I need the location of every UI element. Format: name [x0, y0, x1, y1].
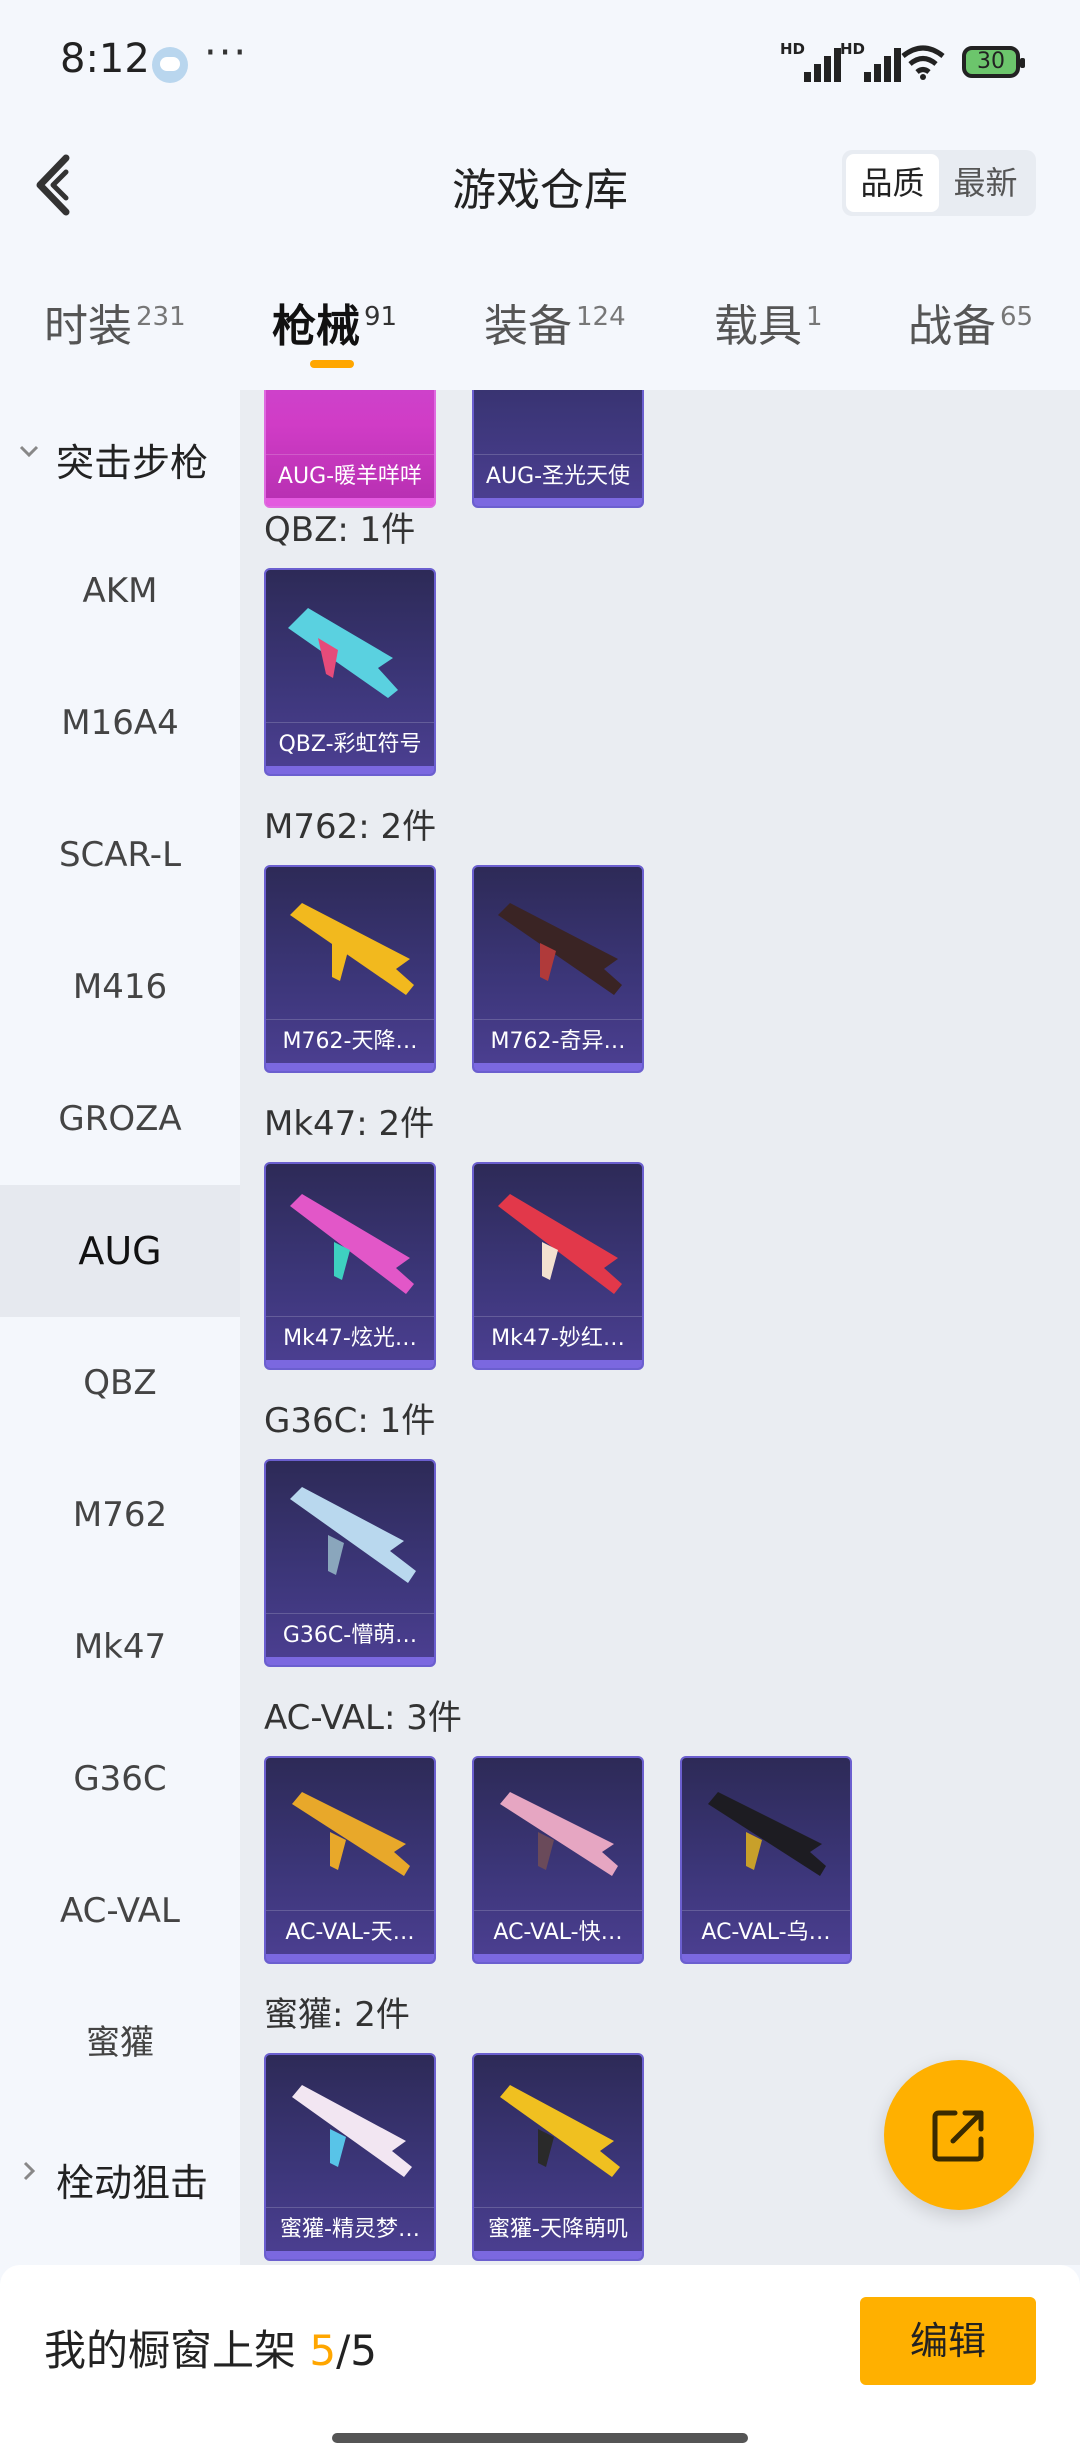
skin-card[interactable]: AC-VAL-乌… — [680, 1756, 852, 1964]
wifi-icon — [901, 45, 945, 80]
skin-name: AUG-圣光天使 — [474, 454, 642, 498]
skin-name: 蜜獾-天降萌叽 — [474, 2207, 642, 2251]
rifle-icon — [288, 608, 398, 698]
status-more-dots: ··· — [204, 30, 249, 76]
skin-name: AC-VAL-天… — [266, 1910, 434, 1954]
skin-card[interactable]: AUG-圣光天使 — [472, 390, 644, 508]
skin-card[interactable]: Mk47-妙红… — [472, 1162, 644, 1370]
section-label-ac-val: AC-VAL: 3件 — [264, 1698, 462, 1738]
signal-icon: HD — [780, 40, 841, 82]
sidebar-item-aug[interactable]: AUG — [0, 1185, 240, 1317]
rifle-icon — [292, 2085, 412, 2177]
battery-icon: 30 — [962, 46, 1025, 78]
status-bar: 8:12 ··· HD HD 30 — [0, 0, 1080, 130]
sidebar-item-honey-badger[interactable]: 蜜獾 — [0, 1977, 240, 2109]
skin-card[interactable]: AC-VAL-快… — [472, 1756, 644, 1964]
chevron-right-icon — [23, 2161, 36, 2181]
sidebar-item-g36c[interactable]: G36C — [0, 1713, 240, 1845]
rifle-icon — [292, 1792, 410, 1876]
skin-card[interactable]: QBZ-彩虹符号 — [264, 568, 436, 776]
section-label-honey-badger: 蜜獾: 2件 — [264, 1995, 410, 2035]
tab-supplies[interactable]: 战备 65 — [908, 290, 1033, 354]
skin-card[interactable]: Mk47-炫光… — [264, 1162, 436, 1370]
skin-card[interactable]: M762-奇异… — [472, 865, 644, 1073]
share-export-icon — [932, 2110, 984, 2162]
section-label-qbz: QBZ: 1件 — [264, 510, 416, 550]
status-time: 8:12 — [60, 36, 150, 82]
rifle-icon — [500, 2085, 620, 2177]
skin-name: QBZ-彩虹符号 — [266, 722, 434, 766]
rifle-icon — [290, 903, 414, 995]
sidebar-item-ac-val[interactable]: AC-VAL — [0, 1845, 240, 1977]
skin-name: AC-VAL-乌… — [682, 1910, 850, 1954]
sort-newest-button[interactable]: 最新 — [939, 154, 1032, 212]
skin-name: AC-VAL-快… — [474, 1910, 642, 1954]
rifle-icon — [290, 1487, 416, 1583]
showcase-bar: 我的橱窗上架 5/5 编辑 — [0, 2265, 1080, 2460]
sidebar-item-mk47[interactable]: Mk47 — [0, 1581, 240, 1713]
header: 游戏仓库 品质 最新 — [0, 130, 1080, 240]
sidebar-item-akm[interactable]: AKM — [0, 525, 240, 657]
skin-name: Mk47-炫光… — [266, 1316, 434, 1360]
sidebar-item-m762[interactable]: M762 — [0, 1449, 240, 1581]
sidebar-group-bolt-snipers[interactable]: 栓动狙击 — [0, 2110, 240, 2240]
category-tabs: 时装 231 枪械 91 装备 124 载具 1 战备 65 — [0, 270, 1080, 380]
signal-icon-2: HD — [840, 40, 901, 82]
rifle-icon — [708, 1792, 826, 1876]
section-label-g36c: G36C: 1件 — [264, 1401, 436, 1441]
weapon-grid: AUG-暖羊咩咩 AUG-圣光天使 QBZ: 1件 QBZ-彩虹符号 M762:… — [240, 390, 1080, 2265]
skin-card[interactable]: M762-天降… — [264, 865, 436, 1073]
sidebar-item-qbz[interactable]: QBZ — [0, 1317, 240, 1449]
section-label-mk47: Mk47: 2件 — [264, 1104, 435, 1144]
skin-card[interactable]: 蜜獾-天降萌叽 — [472, 2053, 644, 2261]
sidebar-item-groza[interactable]: GROZA — [0, 1053, 240, 1185]
skin-name: G36C-懵萌… — [266, 1613, 434, 1657]
skin-name: AUG-暖羊咩咩 — [266, 454, 434, 498]
sidebar-group-assault-rifles[interactable]: 突击步枪 — [0, 390, 240, 520]
section-label-m762: M762: 2件 — [264, 807, 437, 847]
tab-firearms[interactable]: 枪械 91 — [272, 290, 397, 354]
rifle-icon — [290, 1194, 414, 1294]
sidebar-item-scar-l[interactable]: SCAR-L — [0, 789, 240, 921]
sort-quality-button[interactable]: 品质 — [846, 154, 939, 212]
weapon-sidebar: 突击步枪 AKM M16A4 SCAR-L M416 GROZA AUG QBZ… — [0, 390, 240, 2265]
rifle-icon — [500, 1792, 618, 1876]
skin-name: M762-奇异… — [474, 1019, 642, 1063]
home-indicator[interactable] — [332, 2433, 748, 2443]
skin-name: M762-天降… — [266, 1019, 434, 1063]
active-tab-indicator — [310, 360, 354, 368]
sidebar-item-m16a4[interactable]: M16A4 — [0, 657, 240, 789]
skin-name: 蜜獾-精灵梦… — [266, 2207, 434, 2251]
rifle-icon — [498, 1194, 622, 1294]
skin-name: Mk47-妙红… — [474, 1316, 642, 1360]
rifle-icon — [498, 903, 622, 995]
showcase-count: 我的橱窗上架 5/5 — [44, 2326, 377, 2375]
edit-button[interactable]: 编辑 — [860, 2297, 1036, 2385]
share-button[interactable] — [884, 2060, 1034, 2210]
chevron-down-icon — [19, 445, 39, 458]
sort-toggle: 品质 最新 — [842, 150, 1036, 216]
skin-card[interactable]: AUG-暖羊咩咩 — [264, 390, 436, 508]
skin-card[interactable]: AC-VAL-天… — [264, 1756, 436, 1964]
tab-vehicles[interactable]: 载具 1 — [714, 290, 823, 354]
tab-fashion[interactable]: 时装 231 — [44, 290, 186, 354]
skin-card[interactable]: G36C-懵萌… — [264, 1459, 436, 1667]
skin-card[interactable]: 蜜獾-精灵梦… — [264, 2053, 436, 2261]
sidebar-item-m416[interactable]: M416 — [0, 921, 240, 1053]
tab-equipment[interactable]: 装备 124 — [484, 290, 626, 354]
chat-bubble-icon — [152, 47, 188, 83]
